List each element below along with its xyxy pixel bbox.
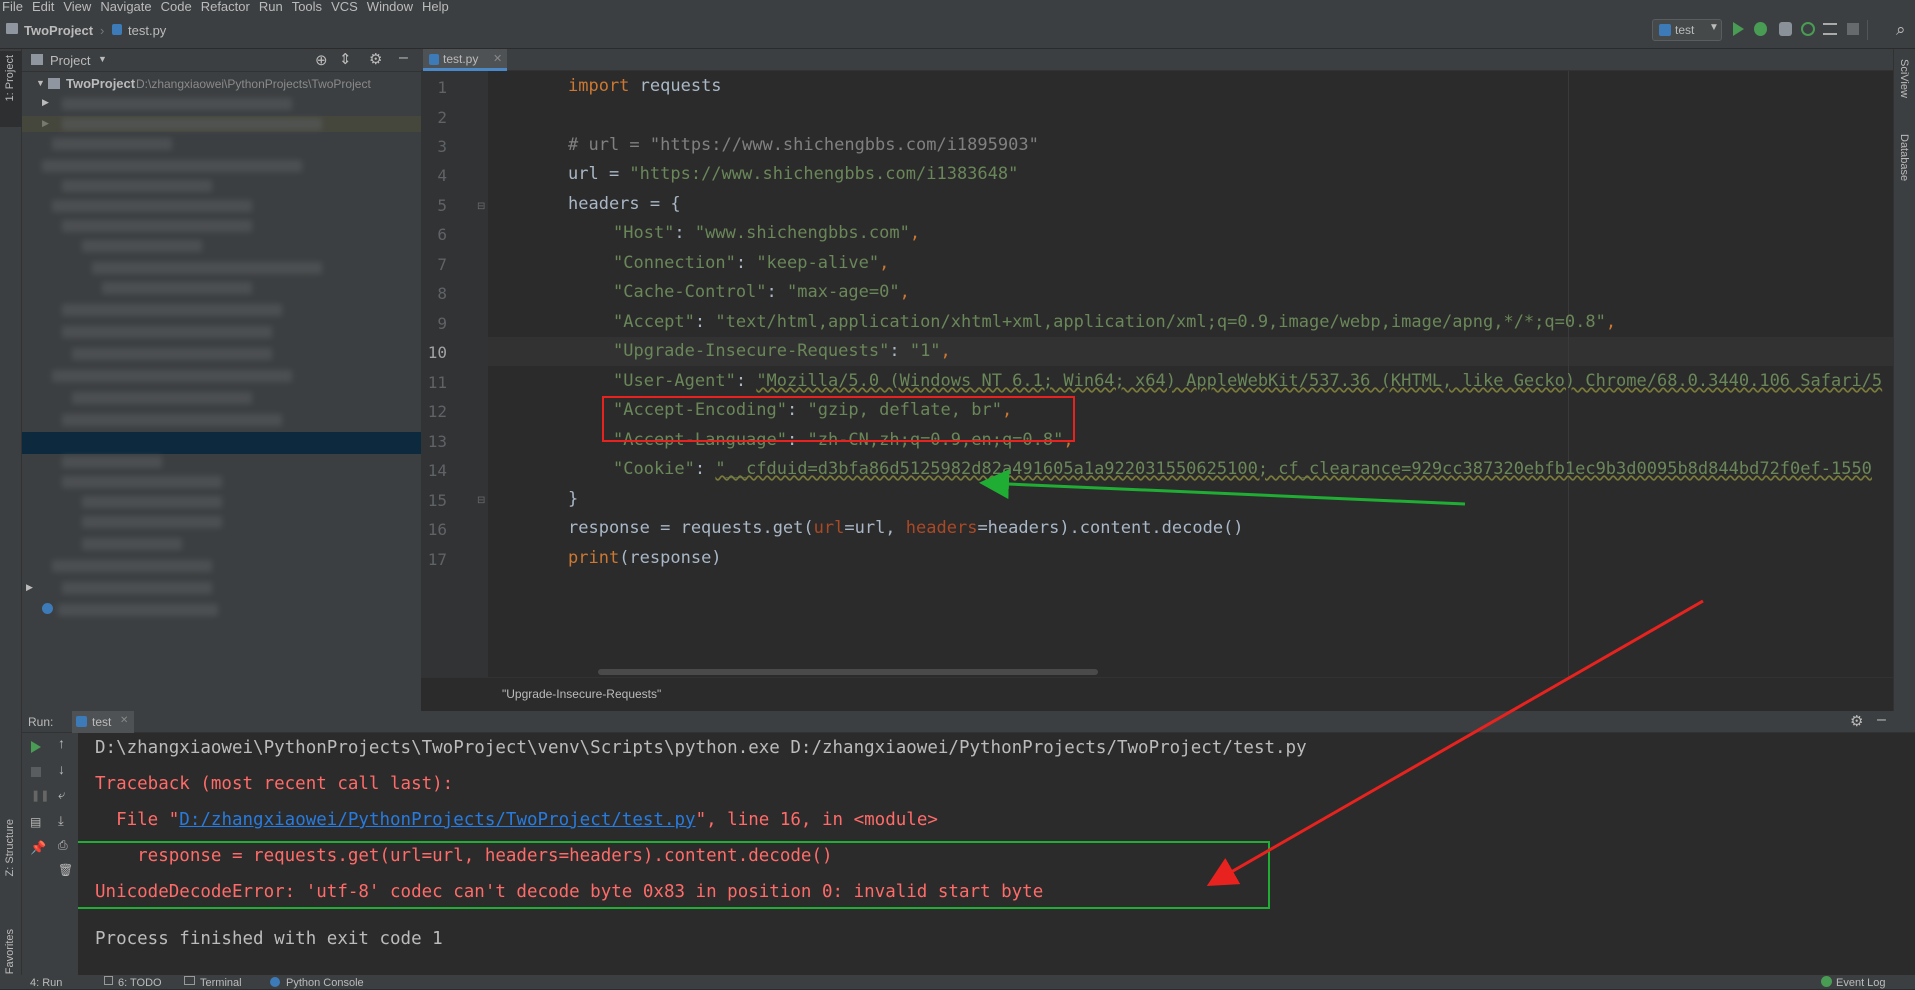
python-console-icon: [270, 977, 280, 987]
todo-tool-button[interactable]: 6: TODO: [118, 976, 162, 990]
terminal-tool-button[interactable]: Terminal: [200, 976, 242, 990]
annotation-arrows: [979, 469, 1704, 886]
run-tool-button[interactable]: 4: Run: [30, 976, 62, 990]
python-console-tool-button[interactable]: Python Console: [286, 976, 364, 990]
terminal-icon: [184, 976, 195, 985]
event-log-button[interactable]: Event Log: [1836, 976, 1886, 990]
red-arrow: [1206, 599, 1704, 886]
event-log-icon: [1821, 976, 1832, 987]
todo-icon: [104, 976, 113, 985]
status-bar: 4: Run 6: TODO Terminal Python Console E…: [0, 975, 1915, 989]
green-arrow: [979, 469, 1466, 506]
